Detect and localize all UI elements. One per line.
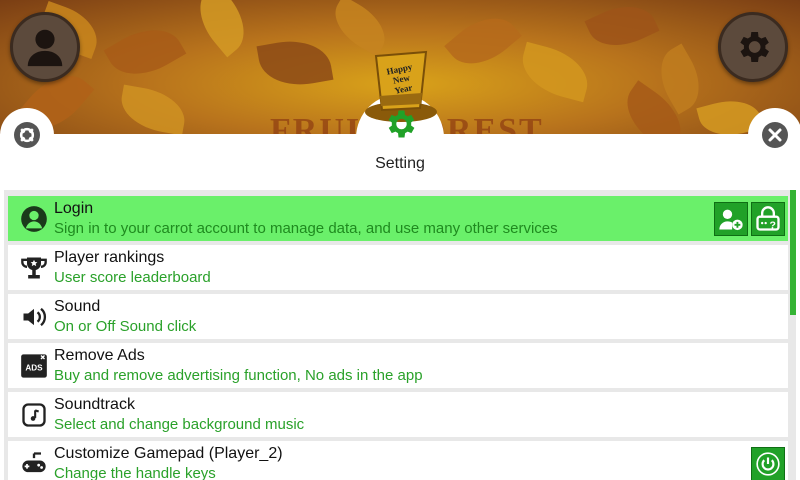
panel-title: Setting: [375, 155, 425, 172]
ads-icon: ADS: [18, 350, 50, 382]
trophy-icon: [18, 252, 50, 284]
profile-button[interactable]: [10, 12, 80, 82]
gear-icon: [740, 32, 769, 62]
gear-icon: [388, 110, 415, 138]
item-subtitle: User score leaderboard: [54, 268, 211, 286]
item-title: Login: [54, 199, 94, 217]
item-title: Soundtrack: [54, 395, 135, 413]
list-scrollbar[interactable]: [790, 190, 796, 480]
password-help-button[interactable]: ?: [751, 202, 785, 236]
gamepad-power-button[interactable]: [751, 447, 785, 480]
reset-icon: [14, 122, 40, 148]
list-item-player-rankings[interactable]: Player rankings User score leaderboard: [8, 245, 788, 290]
item-subtitle: On or Off Sound click: [54, 317, 197, 335]
close-icon: [762, 122, 788, 148]
close-button[interactable]: [748, 108, 800, 162]
reset-button[interactable]: [0, 108, 54, 162]
list-item-sound[interactable]: Sound On or Off Sound click: [8, 294, 788, 339]
item-subtitle: Change the handle keys: [54, 464, 216, 480]
add-account-button[interactable]: [714, 202, 748, 236]
item-subtitle: Sign in to your carrot account to manage…: [54, 219, 558, 237]
music-file-icon: [18, 399, 50, 431]
list-item-remove-ads[interactable]: ADS Remove Ads Buy and remove advertisin…: [8, 343, 788, 388]
list-item-soundtrack[interactable]: Soundtrack Select and change background …: [8, 392, 788, 437]
user-icon: [18, 203, 50, 235]
item-title: Customize Gamepad (Player_2): [54, 444, 283, 462]
scrollbar-thumb[interactable]: [790, 190, 796, 315]
speaker-icon: [18, 301, 50, 333]
svg-text:ADS: ADS: [25, 363, 43, 372]
list-item-customize-gamepad[interactable]: Customize Gamepad (Player_2) Change the …: [8, 441, 788, 480]
list-item-login[interactable]: Login Sign in to your carrot account to …: [8, 196, 788, 241]
add-user-icon: [719, 209, 743, 231]
item-title: Remove Ads: [54, 346, 145, 364]
item-subtitle: Select and change background music: [54, 415, 305, 433]
gamepad-icon: [18, 448, 50, 480]
item-title: Sound: [54, 297, 101, 315]
item-subtitle: Buy and remove advertising function, No …: [54, 366, 423, 384]
svg-text:?: ?: [769, 219, 775, 231]
settings-button[interactable]: [718, 12, 788, 82]
power-icon: [756, 452, 780, 476]
item-title: Player rankings: [54, 248, 165, 266]
lock-question-icon: ?: [756, 206, 780, 231]
user-icon: [27, 29, 63, 67]
settings-list[interactable]: Login Sign in to your carrot account to …: [4, 190, 790, 480]
